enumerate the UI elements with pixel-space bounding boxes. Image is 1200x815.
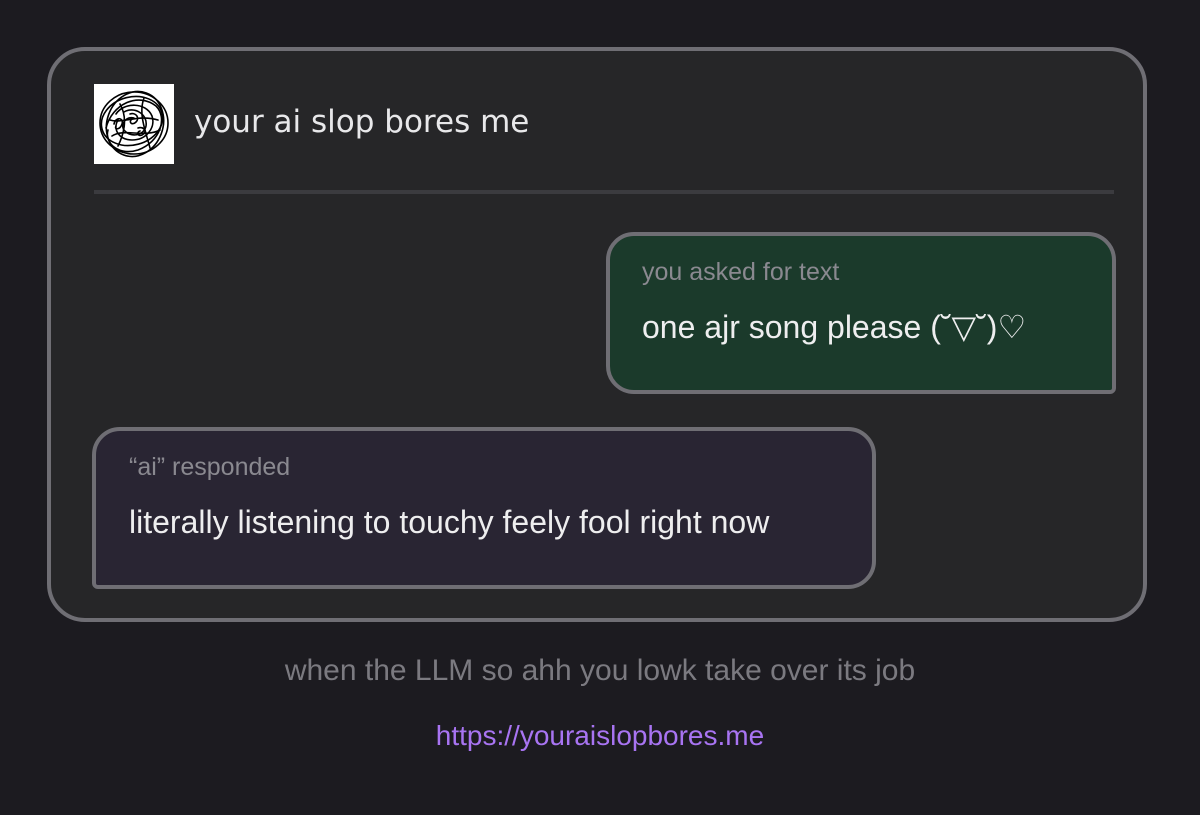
avatar [94, 84, 174, 164]
caption-text: when the LLM so ahh you lowk take over i… [284, 654, 916, 687]
chat-card: your ai slop bores me you asked for text… [47, 47, 1147, 622]
scribble-logo-icon [99, 90, 169, 158]
page-title: your ai slop bores me [194, 104, 530, 140]
ai-message-bubble: “ai” responded literally listening to to… [92, 427, 876, 589]
website-link[interactable]: https://youraislopbores.me [0, 720, 1200, 752]
ai-message-label: “ai” responded [129, 453, 291, 481]
user-message-text: one ajr song please (˘▽˘)♡ [642, 309, 1027, 345]
ai-message-text: literally listening to touchy feely fool… [129, 504, 770, 540]
header-divider [94, 190, 1114, 194]
user-message-bubble: you asked for text one ajr song please (… [606, 232, 1116, 394]
user-message-label: you asked for text [642, 258, 840, 286]
